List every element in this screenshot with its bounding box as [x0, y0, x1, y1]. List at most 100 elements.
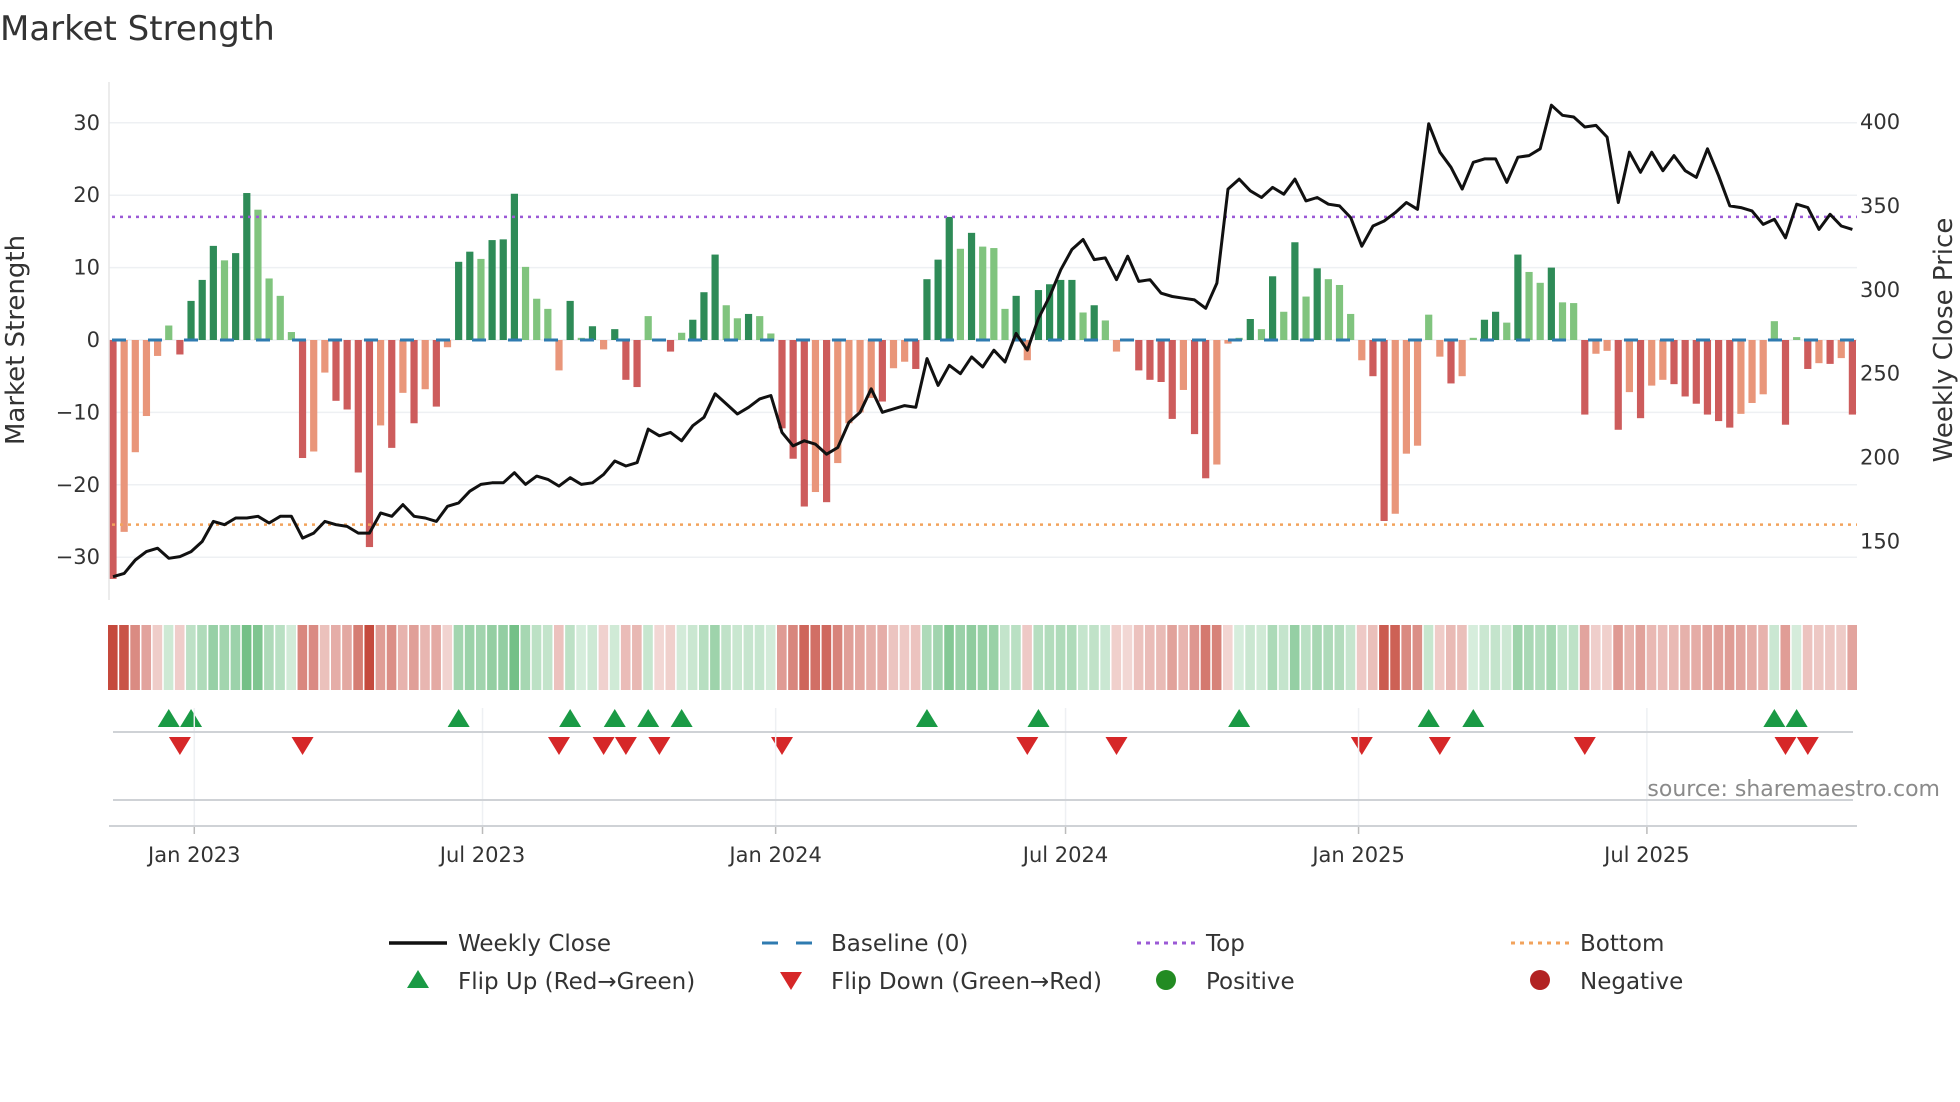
strength-bar: [633, 340, 641, 388]
x-tick-label: Jan 2025: [1310, 843, 1405, 867]
strip-cell: [1434, 625, 1445, 690]
strip-cell: [163, 625, 174, 690]
strip-cell: [1557, 625, 1568, 690]
strip-cell: [119, 625, 129, 690]
strip-cell: [1033, 625, 1044, 690]
strip-cell: [598, 625, 609, 690]
strength-bar: [165, 325, 173, 340]
strength-bar: [644, 316, 652, 340]
strength-bar: [1202, 340, 1210, 479]
strength-bar: [856, 340, 864, 413]
strip-cell: [754, 625, 765, 690]
strength-bar: [1547, 267, 1555, 340]
flip-up-marker: [559, 709, 582, 727]
strength-bar: [956, 248, 964, 340]
strip-cell: [1836, 625, 1846, 690]
strip-cell: [1267, 625, 1278, 690]
strength-bar: [889, 340, 898, 369]
strip-cell: [1490, 625, 1501, 690]
strip-cell: [743, 625, 754, 690]
strength-bar: [1748, 340, 1756, 403]
flip-up-marker: [637, 709, 660, 727]
strength-bar: [488, 240, 496, 340]
strength-bar: [1837, 340, 1845, 359]
strip-cell: [1000, 625, 1010, 690]
legend-label-flip-up-red-green: Flip Up (Red→Green): [458, 969, 695, 995]
flip-down-marker: [168, 737, 191, 755]
strength-bar: [1793, 337, 1801, 340]
strength-bar: [600, 340, 608, 350]
strength-bar: [1413, 340, 1422, 446]
strip-cell: [308, 625, 319, 690]
strength-bar: [1447, 340, 1455, 384]
strip-cell: [1323, 625, 1333, 690]
strip-cell: [319, 625, 330, 690]
strip-cell: [832, 625, 843, 690]
strength-bar: [1436, 340, 1444, 357]
y-tick-label: 0: [87, 328, 100, 352]
strip-cell: [1825, 625, 1835, 690]
strength-bar: [421, 340, 429, 390]
strip-cell: [821, 625, 832, 690]
x-tick-label: Jan 2024: [727, 843, 822, 867]
strip-cell: [342, 625, 352, 690]
strength-bar: [365, 340, 374, 548]
strip-cell: [1780, 625, 1791, 690]
strength-bar: [1525, 271, 1533, 340]
legend-circle-icon: [1156, 970, 1176, 990]
strength-bar: [455, 261, 463, 340]
strength-bar: [209, 245, 217, 340]
strength-bar: [1090, 305, 1098, 340]
strength-strip: [108, 625, 1857, 690]
strength-bar: [544, 308, 552, 340]
strip-cell: [721, 625, 731, 690]
strength-bar: [1681, 340, 1689, 397]
strength-bar: [388, 340, 396, 448]
flip-down-marker: [1105, 737, 1128, 755]
strip-cell: [1367, 625, 1378, 690]
strength-bar: [1703, 340, 1712, 415]
strength-bar: [187, 300, 195, 340]
strength-bar: [611, 329, 619, 340]
strip-cell: [1200, 625, 1211, 690]
y2-tick-label: 300: [1860, 278, 1900, 302]
strength-bar: [800, 340, 808, 507]
strip-cell: [397, 625, 408, 690]
strip-cell: [453, 625, 464, 690]
flip-up-marker: [1462, 709, 1485, 727]
strip-cell: [921, 625, 932, 690]
strength-bar: [1246, 319, 1254, 340]
strength-bar: [1001, 308, 1009, 340]
strength-bar: [1101, 320, 1109, 340]
strength-bar: [1291, 242, 1299, 340]
strength-bar: [1648, 340, 1656, 386]
strip-cell: [1624, 625, 1634, 690]
strip-cell: [1089, 625, 1099, 690]
strip-cell: [710, 625, 720, 690]
strength-bar: [689, 319, 697, 340]
strip-cell: [141, 625, 152, 690]
legend-label-negative: Negative: [1580, 969, 1683, 995]
flip-up-marker: [447, 709, 470, 727]
strip-cell: [1669, 625, 1679, 690]
x-tick-label: Jan 2023: [146, 843, 241, 867]
strip-cell: [252, 625, 263, 690]
strip-cell: [442, 625, 453, 690]
strength-bar: [1469, 337, 1477, 340]
strip-cell: [264, 625, 274, 690]
strip-cell: [933, 625, 943, 690]
legend-label-top: Top: [1205, 931, 1245, 957]
strength-bar: [1380, 340, 1388, 521]
strip-cell: [1011, 625, 1021, 690]
strength-bar: [1659, 340, 1667, 380]
strip-cell: [1245, 625, 1255, 690]
strip-cell: [353, 625, 363, 690]
flip-down-marker: [648, 737, 671, 755]
strip-cell: [698, 625, 709, 690]
strip-cell: [431, 625, 441, 690]
strip-cell: [1702, 625, 1713, 690]
strength-bar: [1636, 340, 1645, 419]
strip-cell: [1301, 625, 1311, 690]
strip-cell: [174, 625, 185, 690]
flip-down-marker: [614, 737, 637, 755]
